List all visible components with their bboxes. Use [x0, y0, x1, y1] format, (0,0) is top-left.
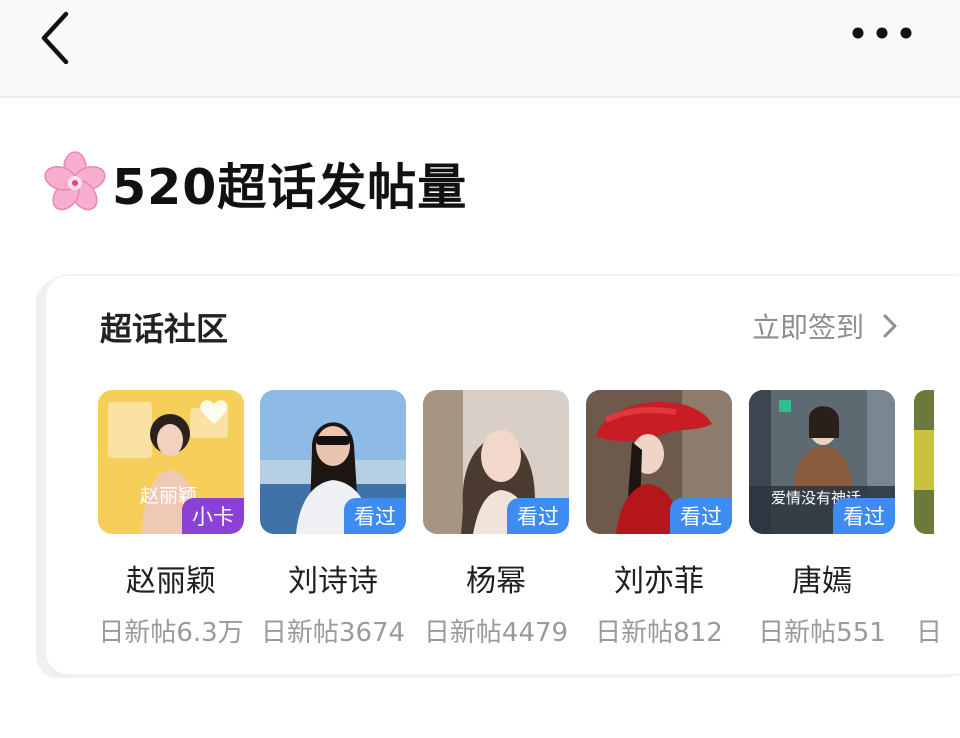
topic-name-4: 唐嫣 — [792, 564, 852, 599]
topic-thumbnail-1: 看过 — [260, 390, 406, 534]
topic-thumbnail-4: 爱情没有神话 看过 — [749, 390, 895, 534]
chevron-left-icon — [41, 11, 69, 65]
cherry-blossom-icon — [44, 151, 106, 211]
topic-badge-0: 小卡 — [182, 498, 244, 534]
ellipsis-icon — [852, 27, 912, 39]
check-in-link[interactable]: 立即签到 — [752, 306, 898, 346]
chevron-right-icon — [883, 314, 897, 338]
check-in-label: 立即签到 — [752, 311, 865, 344]
topic-thumbnail-3: 看过 — [586, 390, 732, 534]
back-button[interactable] — [34, 8, 78, 65]
topic-badge-3: 看过 — [670, 498, 732, 534]
topic-name-1: 刘诗诗 — [288, 564, 378, 599]
topic-badge-2: 看过 — [507, 498, 569, 534]
topic-name-3: 刘亦菲 — [614, 564, 704, 599]
more-options-button[interactable] — [846, 18, 918, 48]
topic-name-0: 赵丽颖 — [126, 564, 216, 599]
topic-stat-partial: 日 — [916, 618, 943, 648]
card-title: 超话社区 — [100, 310, 229, 348]
post-title: 520超话发帖量 — [112, 158, 468, 216]
topic-thumbnail-2: 看过 — [423, 390, 569, 534]
topic-thumbnail-0: 赵丽颖 小卡 — [98, 390, 244, 534]
topic-item-4[interactable]: 爱情没有神话 看过 唐嫣 日新帖551 — [749, 390, 895, 650]
post-title-row: 520超话发帖量 — [42, 148, 467, 218]
topic-item-2[interactable]: 看过 杨幂 日新帖4479 — [423, 390, 569, 650]
topic-badge-1: 看过 — [344, 498, 406, 534]
topic-item-3[interactable]: 看过 刘亦菲 日新帖812 — [586, 390, 732, 650]
topic-item-1[interactable]: 看过 刘诗诗 日新帖3674 — [260, 390, 406, 650]
topic-stat-4: 日新帖551 — [758, 618, 886, 648]
topic-badge-4: 看过 — [833, 498, 895, 534]
topic-name-2: 杨幂 — [466, 564, 526, 599]
super-topic-community-card: 超话社区 立即签到 赵丽颖 小卡 赵丽颖 日新帖6.3万 看过 刘诗诗 日新帖3… — [46, 276, 960, 674]
topic-thumbnail-partial[interactable] — [914, 390, 934, 534]
top-navigation-bar — [0, 0, 960, 98]
topic-item-0[interactable]: 赵丽颖 小卡 赵丽颖 日新帖6.3万 — [98, 390, 244, 650]
person-photo-icon — [914, 390, 934, 534]
